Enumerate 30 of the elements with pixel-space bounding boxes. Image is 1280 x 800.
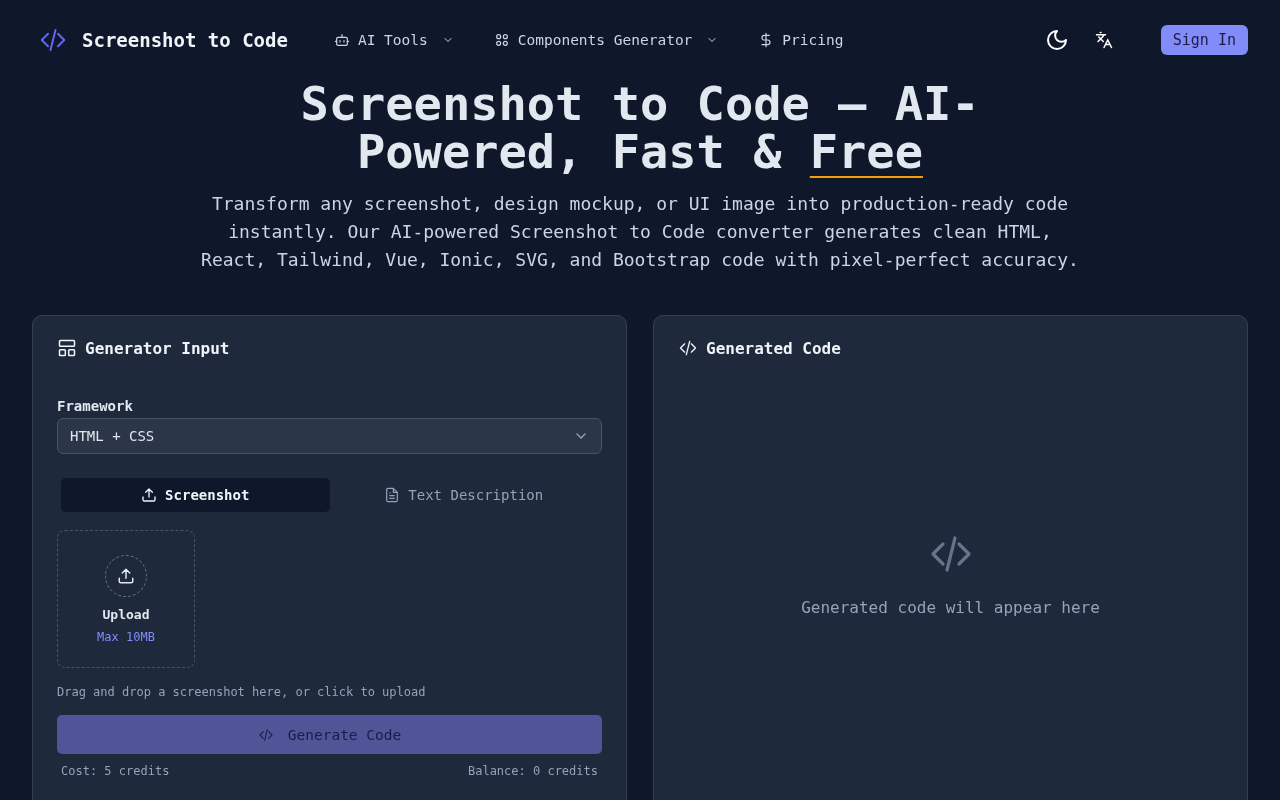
sign-in-button[interactable]: Sign In [1160,25,1248,55]
nav-link[interactable]: Pricing [758,32,844,48]
field-label: Framework [57,398,134,414]
upload-icon [117,566,135,585]
document-icon [384,487,401,503]
nav-link[interactable]: AI Tools [333,32,454,48]
framework-select[interactable]: HTML + CSS [57,418,602,454]
code-icon [678,338,698,358]
code-icon [257,726,274,743]
upload-hint: Drag and drop a screenshot here, or click to upload [57,685,427,699]
balance-text: Balance: 0 credits [467,764,598,778]
translate-icon [1094,31,1113,49]
upload-dropzone[interactable]: Upload Max 10MB [57,530,195,668]
hero-subtitle: Transform any screenshot, design mockup, or UI image into production-ready code instantly. Our AI-powered Screenshot to Code converter generates clean HTML, React, Tailwind, Vue, Ionic, SVG, and Bootstrap code with pixel-perfect accuracy. [200,192,1080,272]
upload-icon [141,487,158,503]
layout-icon [57,338,77,358]
input-mode-tab[interactable]: Screenshot [61,478,330,512]
cost-text: Cost: 5 credits [61,764,170,778]
empty-state-text: Generated code will appear here [801,598,1100,617]
input-mode-tab[interactable]: Text Description [329,478,598,512]
theme-toggle-button[interactable] [1044,28,1069,52]
hero-title: Screenshot to Code — AI-Powered, Fast & Free [299,80,981,176]
nav-link[interactable]: Components Generator [493,32,719,48]
robot-icon [333,32,350,48]
panel-title: Generator Input [85,338,230,358]
language-button[interactable] [1094,31,1113,49]
panel-title: Generated Code [706,338,841,358]
grid-icon [493,32,510,48]
logo-text[interactable]: Screenshot to Code [82,29,288,51]
moon-icon [1044,28,1069,52]
